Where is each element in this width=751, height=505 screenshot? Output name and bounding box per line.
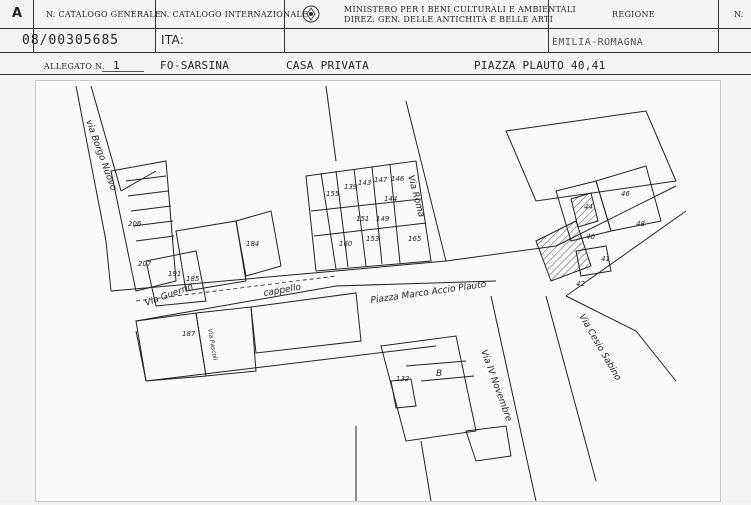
ita-label: ITA: — [161, 33, 185, 47]
parcel-label: 132 — [396, 375, 410, 383]
map-drawing: via Borgo Nuovo Via Roma cappello Via Gu… — [75, 85, 687, 502]
parcel-label: 184 — [246, 240, 259, 248]
parcel-label: 160 — [339, 240, 353, 248]
allegato-address: PIAZZA PLAUTO 40,41 — [474, 59, 606, 72]
parcel-label: 149 — [376, 215, 390, 223]
road-borgo-nuovo-west — [75, 85, 112, 292]
parcel-label: 187 — [182, 330, 196, 338]
road-via-roma-west — [325, 85, 337, 162]
street-via-cappello: cappello — [263, 282, 303, 299]
parcel-label: 165 — [408, 235, 422, 243]
n-label: N. — [734, 10, 744, 19]
header-divider — [0, 28, 751, 29]
allegato-location: FO-SARSINA — [160, 59, 230, 72]
parcel-label: 206 — [128, 220, 142, 228]
parcel-label: 144 — [384, 195, 397, 203]
allegato-label: ALLEGATO N. — [44, 62, 105, 71]
parcel-label: 42 — [576, 280, 585, 288]
col-divider-2 — [155, 0, 156, 52]
parcel-label: 46 — [621, 190, 630, 198]
parcel-label: 151 — [356, 215, 369, 223]
parcel-label: 48 — [636, 220, 645, 228]
parcel-label: 185 — [186, 275, 200, 283]
catalog-card: A N. CATALOGO GENERALE N. CATALOGO INTER… — [0, 0, 751, 502]
parcel-label: 146 — [391, 175, 405, 183]
allegato-number-underline — [102, 71, 144, 72]
street-piazza-plauto: Piazza Marco Accio Plauto — [370, 280, 487, 306]
ministry-emblem-icon — [302, 5, 320, 23]
regione-label: REGIONE — [612, 10, 655, 19]
cat-internazionale-label: N. CATALOGO INTERNAZIONALE — [160, 10, 309, 19]
ministry-line-1: MINISTERO PER I BENI CULTURALI E AMBIENT… — [344, 5, 576, 14]
cat-generale-label: N. CATALOGO GENERALE — [46, 10, 162, 19]
regione-value: EMILIA-ROMAGNA — [552, 37, 644, 48]
col-divider-5 — [718, 0, 719, 52]
street-via-roma: Via Roma — [405, 174, 426, 218]
street-borgo-nuovo: via Borgo Nuovo — [83, 119, 118, 193]
street-via-iv-novembre: Via IV Novembre — [478, 349, 513, 424]
road-cesio-sabino-south — [565, 295, 677, 382]
parcel-label: 40 — [586, 233, 595, 241]
cadastral-map: via Borgo Nuovo Via Roma cappello Via Gu… — [35, 80, 721, 502]
parcel-label: B — [436, 369, 442, 379]
street-via-cesio-sabino: Via Cesio Sabino — [576, 313, 622, 383]
parcel-label: 191 — [168, 270, 181, 278]
parcel-label: 153 — [366, 235, 379, 243]
allegato-bottom-line — [0, 74, 751, 75]
header-bottom-line — [0, 52, 751, 53]
subject-area-hatched — [535, 220, 592, 282]
col-divider-3 — [284, 0, 285, 52]
parcel-label: 139 — [344, 183, 358, 191]
card-letter: A — [12, 6, 23, 21]
allegato-building: CASA PRIVATA — [286, 59, 370, 72]
street-via-pascoli: Via Pascoli — [206, 328, 219, 361]
parcel-label: 44 — [584, 203, 593, 211]
parcel-label: 147 — [374, 176, 388, 184]
parcel-label: 207 — [138, 260, 152, 268]
parcel-label: 143 — [358, 179, 371, 187]
parcel-label: 41 — [601, 255, 610, 263]
road-piazza-south-edge — [145, 345, 437, 382]
parcel-label: 155 — [326, 190, 340, 198]
catalog-number: 08/00305685 — [22, 33, 120, 48]
ministry-line-2: DIREZ. GEN. DELLE ANTICHITÀ E BELLE ARTI — [344, 15, 554, 24]
